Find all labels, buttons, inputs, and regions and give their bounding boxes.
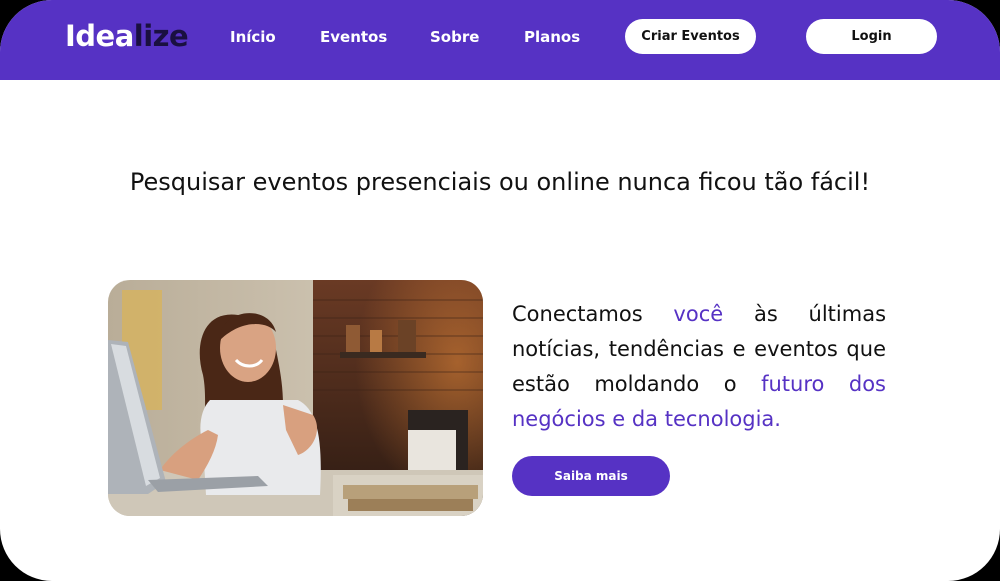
create-events-button[interactable]: Criar Eventos <box>625 19 756 54</box>
nav-link-inicio[interactable]: Início <box>230 27 276 47</box>
nav-link-sobre[interactable]: Sobre <box>430 27 479 47</box>
top-navbar: Idealize Início Eventos Sobre Planos Cri… <box>0 0 1000 80</box>
login-button[interactable]: Login <box>806 19 937 54</box>
learn-more-button[interactable]: Saiba mais <box>512 456 670 496</box>
logo[interactable]: Idealize <box>65 16 189 56</box>
hero-description: Conectamos você às últimas notícias, ten… <box>512 297 886 437</box>
hero-photo-woman-laptop <box>108 280 483 516</box>
page-frame: Idealize Início Eventos Sobre Planos Cri… <box>0 0 1000 581</box>
logo-part-1: Idea <box>65 19 134 53</box>
hero-photo-illustration <box>108 280 483 516</box>
nav-link-planos[interactable]: Planos <box>524 27 580 47</box>
nav-link-eventos[interactable]: Eventos <box>320 27 387 47</box>
desc-text-1: Conectamos <box>512 302 674 326</box>
desc-highlight-voce: você <box>673 302 724 326</box>
logo-part-2: lize <box>133 19 189 53</box>
page-headline: Pesquisar eventos presenciais ou online … <box>129 168 871 196</box>
